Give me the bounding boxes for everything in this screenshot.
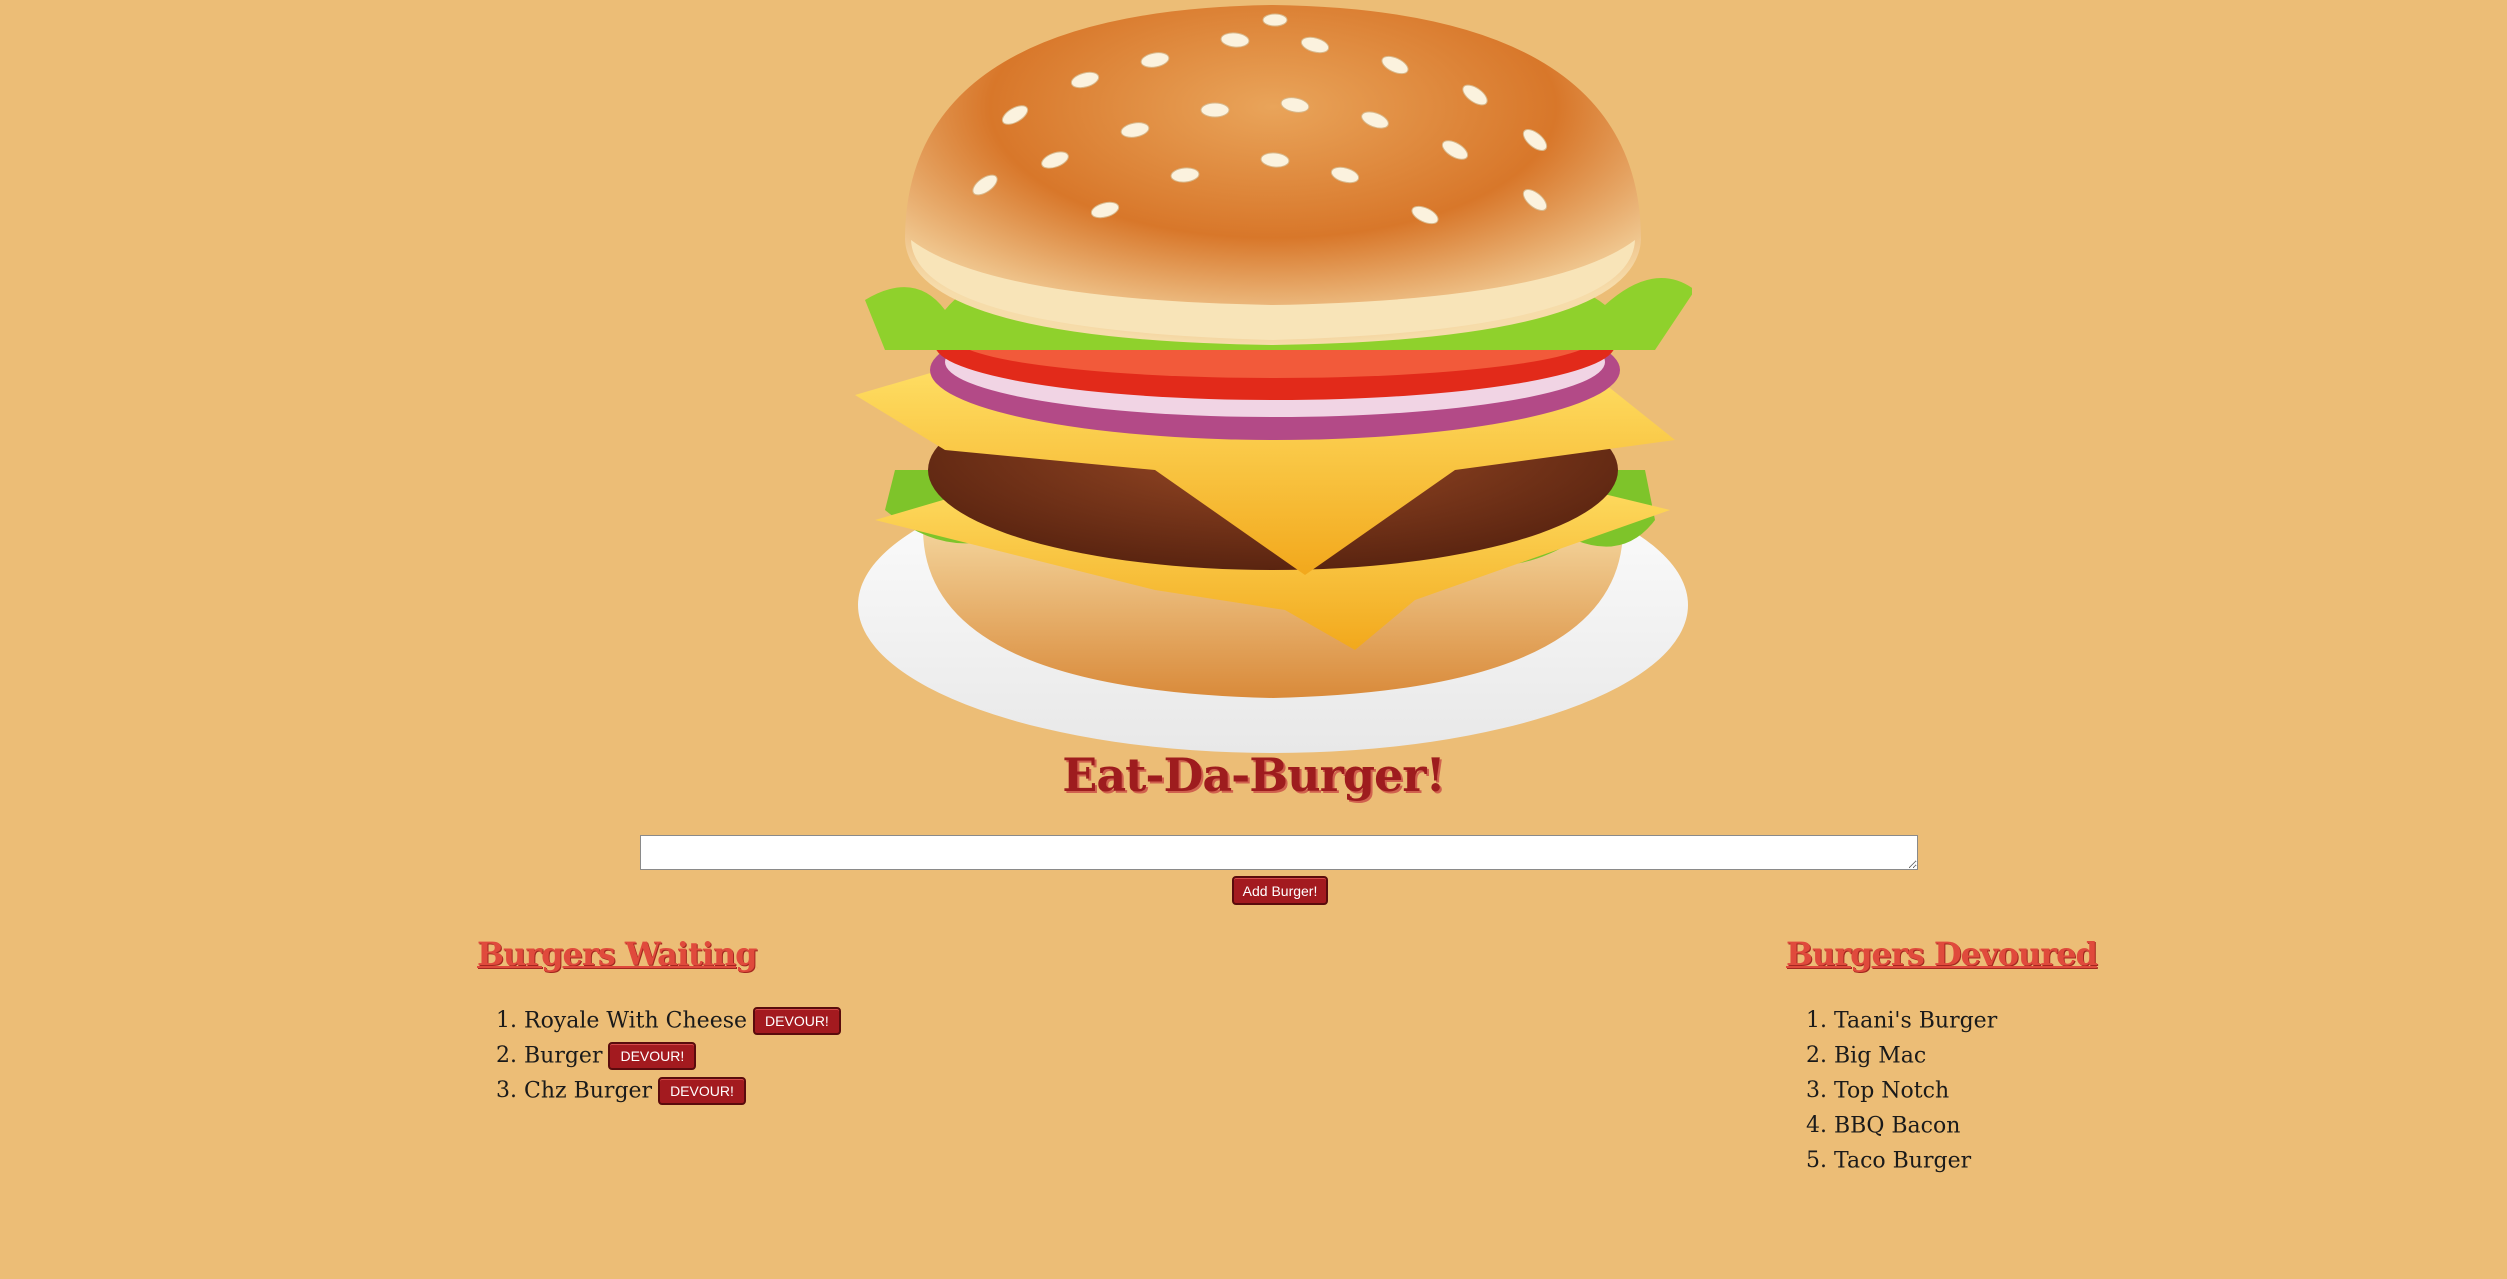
burger-name: Big Mac bbox=[1834, 1043, 1927, 1069]
devour-button[interactable]: DEVOUR! bbox=[608, 1042, 697, 1070]
waiting-burger-item: Chz BurgerDEVOUR! bbox=[524, 1073, 841, 1108]
burger-name: Taani's Burger bbox=[1834, 1008, 1998, 1034]
devoured-burger-item: Taco Burger bbox=[1834, 1143, 1997, 1178]
devour-button[interactable]: DEVOUR! bbox=[753, 1007, 841, 1035]
burgers-waiting-heading: Burgers Waiting bbox=[477, 935, 758, 973]
devour-button[interactable]: DEVOUR! bbox=[658, 1077, 746, 1105]
devoured-burger-item: Big Mac bbox=[1834, 1038, 1997, 1073]
burger-name: Top Notch bbox=[1834, 1078, 1950, 1104]
burger-name: BBQ Bacon bbox=[1834, 1113, 1961, 1139]
page-title: Eat-Da-Burger! bbox=[1062, 748, 1445, 802]
devoured-burger-item: Top Notch bbox=[1834, 1073, 1997, 1108]
waiting-burger-item: BurgerDEVOUR! bbox=[524, 1038, 841, 1073]
burger-name: Royale With Cheese bbox=[524, 1008, 748, 1034]
burger-name: Taco Burger bbox=[1834, 1148, 1972, 1174]
burgers-devoured-list: Taani's Burger Big Mac Top Notch BBQ Bacon T… bbox=[1786, 1003, 1997, 1178]
burgers-devoured-heading: Burgers Devoured bbox=[1786, 935, 2098, 973]
page: Eat-Da-Burger! Add Burger! Burgers Waiti… bbox=[0, 0, 2507, 1279]
burger-name: Chz Burger bbox=[524, 1078, 653, 1104]
burgers-waiting-list: Royale With CheeseDEVOUR!BurgerDEVOUR!Ch… bbox=[476, 1003, 841, 1108]
burger-name-input[interactable] bbox=[640, 835, 1918, 870]
add-burger-button[interactable]: Add Burger! bbox=[1232, 876, 1328, 905]
devoured-burger-item: Taani's Burger bbox=[1834, 1003, 1997, 1038]
burger-name: Burger bbox=[524, 1043, 603, 1069]
waiting-burger-item: Royale With CheeseDEVOUR! bbox=[524, 1003, 841, 1038]
hamburger-illustration bbox=[855, 0, 1692, 755]
devoured-burger-item: BBQ Bacon bbox=[1834, 1108, 1997, 1143]
